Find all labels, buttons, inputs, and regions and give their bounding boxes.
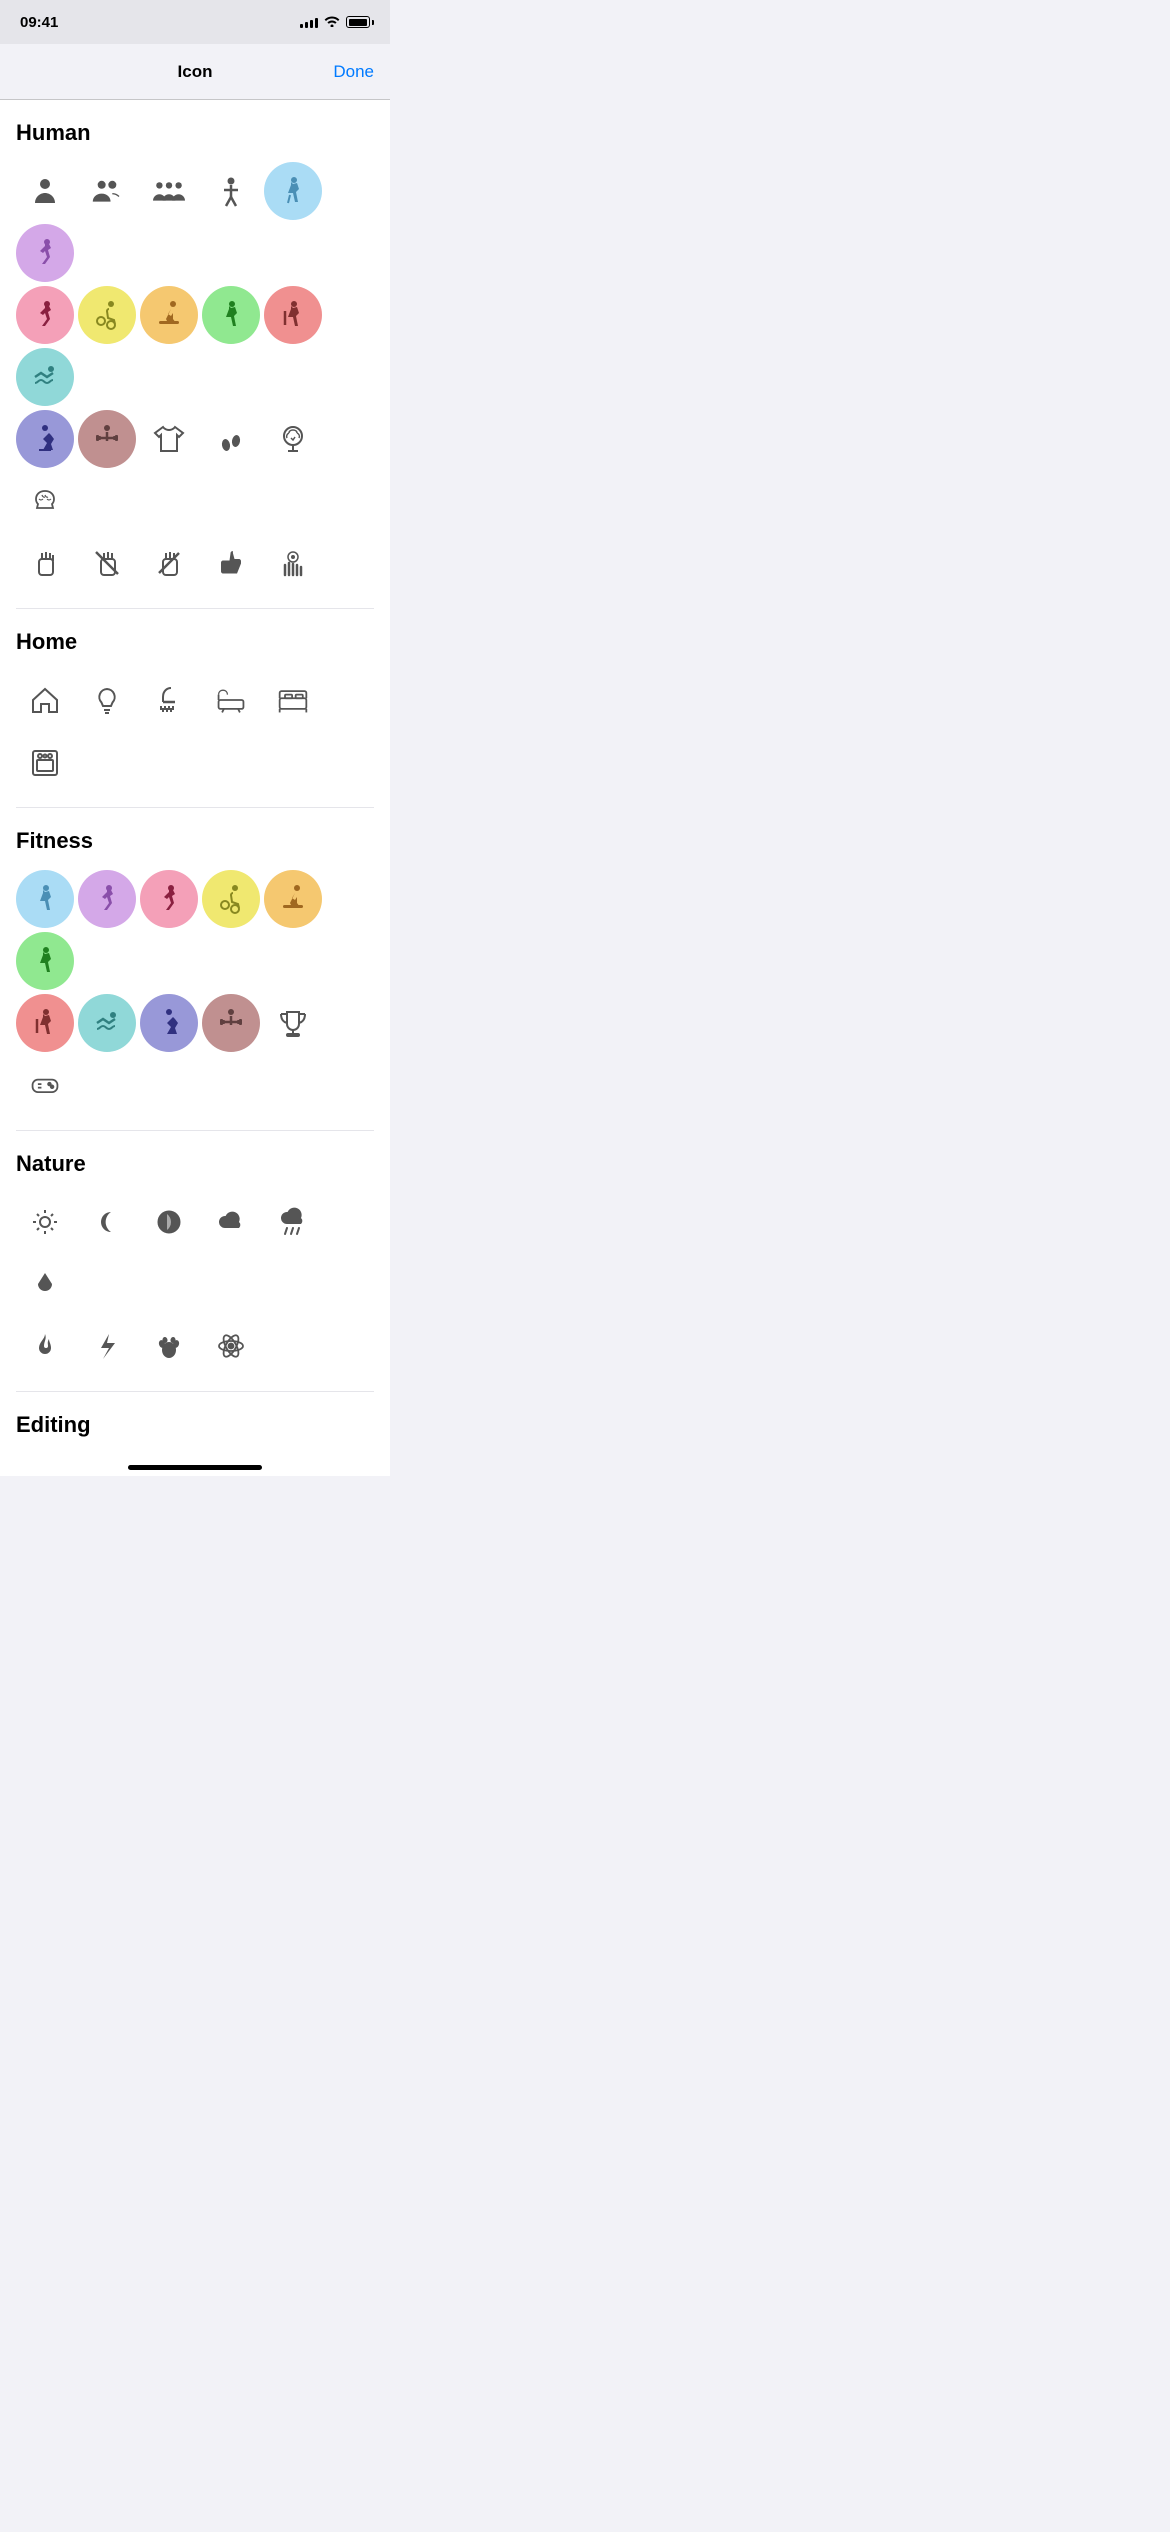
- walk-green-icon[interactable]: [202, 286, 260, 344]
- moon-icon[interactable]: [78, 1193, 136, 1251]
- header-title: Icon: [178, 62, 213, 82]
- footprint-icon[interactable]: [202, 410, 260, 468]
- fitness-run-pink-icon[interactable]: [140, 870, 198, 928]
- section-nature: Nature: [0, 1131, 390, 1391]
- fire-icon[interactable]: [16, 1317, 74, 1375]
- fitness-lift-icon[interactable]: [202, 994, 260, 1052]
- shower-icon[interactable]: [140, 671, 198, 729]
- section-title-home: Home: [16, 629, 374, 655]
- weightlift-icon[interactable]: [78, 410, 136, 468]
- moon-full-icon[interactable]: [140, 1193, 198, 1251]
- fitness-wheelchair-icon[interactable]: [202, 870, 260, 928]
- status-time: 09:41: [20, 14, 58, 31]
- gamepad-icon[interactable]: [16, 1056, 74, 1114]
- home-indicator: [128, 1465, 262, 1470]
- hand-no-icon[interactable]: [78, 534, 136, 592]
- brain-head-icon[interactable]: [264, 410, 322, 468]
- hike-red-icon[interactable]: [264, 286, 322, 344]
- section-title-fitness: Fitness: [16, 828, 374, 854]
- human-row-1: [16, 162, 374, 282]
- trophy-icon[interactable]: [264, 994, 322, 1052]
- status-bar: 09:41: [0, 0, 390, 44]
- section-human: Human: [0, 100, 390, 608]
- brain-icon[interactable]: [16, 472, 74, 530]
- oven-icon[interactable]: [16, 733, 74, 791]
- touch-icon[interactable]: [264, 534, 322, 592]
- walk-blue-icon[interactable]: [264, 162, 322, 220]
- hand-stop-icon[interactable]: [16, 534, 74, 592]
- icon-picker-content: Human: [0, 100, 390, 1442]
- fitness-treadmill-icon[interactable]: [264, 870, 322, 928]
- skate-icon[interactable]: [16, 410, 74, 468]
- fitness-walk-green-icon[interactable]: [16, 932, 74, 990]
- fitness-skate-icon[interactable]: [140, 994, 198, 1052]
- bed-icon[interactable]: [264, 671, 322, 729]
- fitness-run-purple-icon[interactable]: [78, 870, 136, 928]
- cloud-icon[interactable]: [202, 1193, 260, 1251]
- thumbsup-icon[interactable]: [202, 534, 260, 592]
- nature-row-1: [16, 1193, 374, 1313]
- battery-icon: [346, 16, 374, 28]
- fitness-hike-icon[interactable]: [16, 994, 74, 1052]
- swim-teal-icon[interactable]: [16, 348, 74, 406]
- lightbulb-icon[interactable]: [78, 671, 136, 729]
- fitness-swim-icon[interactable]: [78, 994, 136, 1052]
- cloud-rain-icon[interactable]: [264, 1193, 322, 1251]
- section-title-nature: Nature: [16, 1151, 374, 1177]
- section-title-editing: Editing: [0, 1392, 390, 1442]
- treadmill-orange-icon[interactable]: [140, 286, 198, 344]
- person-group-3-icon[interactable]: [140, 162, 198, 220]
- section-home: Home: [0, 609, 390, 807]
- tshirt-icon[interactable]: [140, 410, 198, 468]
- fitness-row-2: [16, 994, 374, 1114]
- person-group-2-icon[interactable]: [78, 162, 136, 220]
- lightning-icon[interactable]: [78, 1317, 136, 1375]
- person-icon[interactable]: [16, 162, 74, 220]
- water-drop-icon[interactable]: [16, 1255, 74, 1313]
- human-row-4: [16, 534, 374, 592]
- fitness-walk-icon[interactable]: [16, 870, 74, 928]
- human-row-3: [16, 410, 374, 530]
- run-pink-icon[interactable]: [16, 286, 74, 344]
- sun-icon[interactable]: [16, 1193, 74, 1251]
- house-icon[interactable]: [16, 671, 74, 729]
- atom-icon[interactable]: [202, 1317, 260, 1375]
- wheelchair-yellow-icon[interactable]: [78, 286, 136, 344]
- signal-icon: [300, 16, 318, 28]
- nature-row-2: [16, 1317, 374, 1375]
- section-fitness: Fitness: [0, 808, 390, 1130]
- home-indicator-bar: [0, 1442, 390, 1476]
- fitness-row-1: [16, 870, 374, 990]
- home-row-1: [16, 671, 374, 791]
- human-row-2: [16, 286, 374, 406]
- paw-icon[interactable]: [140, 1317, 198, 1375]
- header: Icon Done: [0, 44, 390, 100]
- done-button[interactable]: Done: [333, 62, 374, 82]
- hand-slash-icon[interactable]: [140, 534, 198, 592]
- bathtub-icon[interactable]: [202, 671, 260, 729]
- section-title-human: Human: [16, 120, 374, 146]
- run-purple-icon[interactable]: [16, 224, 74, 282]
- wifi-icon: [324, 15, 340, 30]
- status-icons: [300, 15, 374, 30]
- figure-stand-icon[interactable]: [202, 162, 260, 220]
